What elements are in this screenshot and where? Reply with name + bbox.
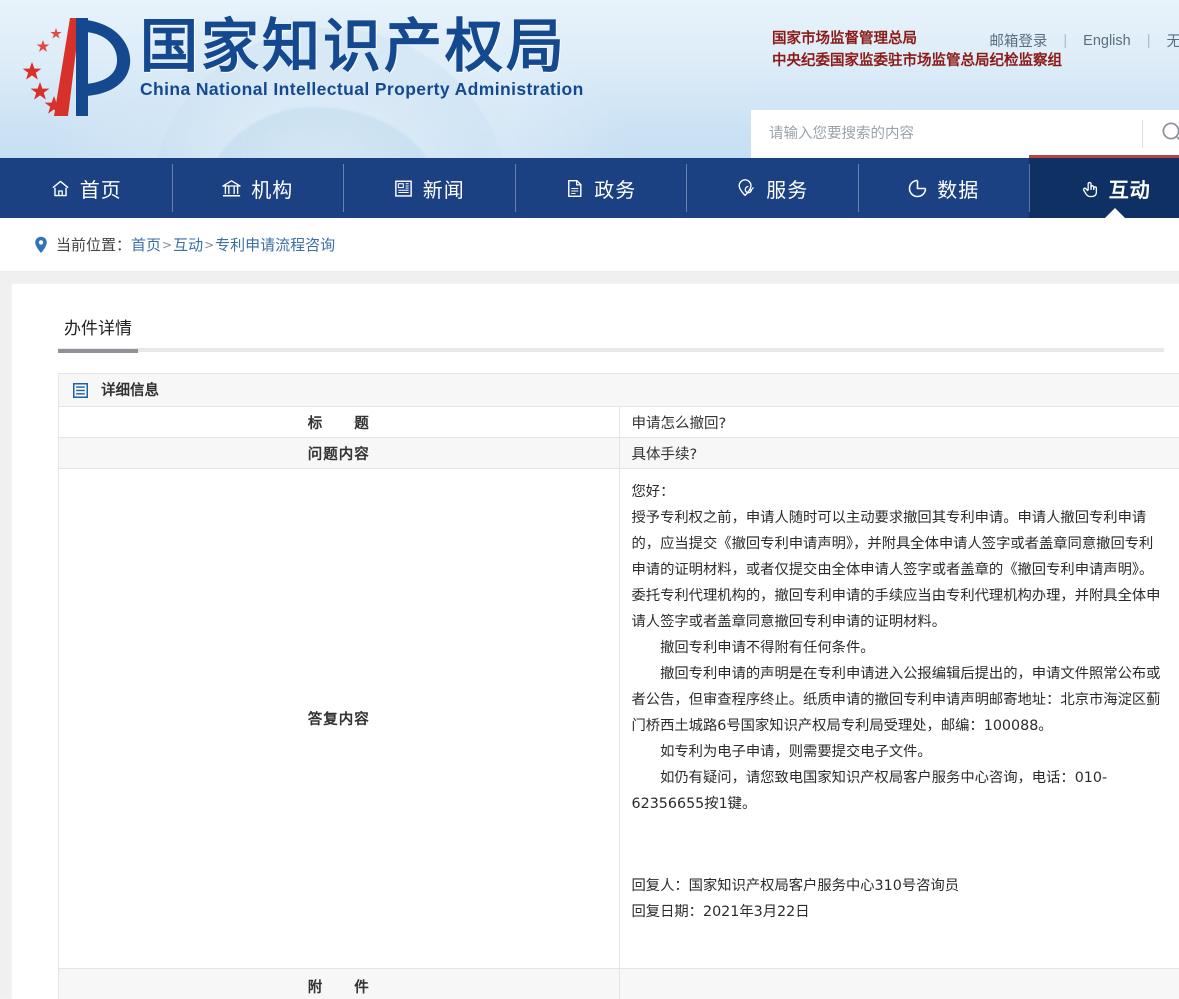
nav-item-government-affairs[interactable]: 政务 <box>514 158 687 218</box>
home-icon <box>50 178 71 199</box>
table-row-reply: 答复内容 您好： 授予专利权之前，申请人随时可以主动要求撤回其专利申请。申请人撤… <box>58 468 1179 969</box>
location-pin-icon <box>34 236 48 254</box>
value-attachment <box>618 968 1179 999</box>
value-question: 具体手续? <box>618 437 1179 469</box>
nav-label-interaction: 互动 <box>1108 177 1151 202</box>
nav-label-government-affairs: 政务 <box>594 177 637 202</box>
breadcrumb-item-interaction[interactable]: 互动 <box>173 234 203 255</box>
logo-title-en: China National Intellectual Property Adm… <box>140 78 584 99</box>
nav-item-organization[interactable]: 机构 <box>171 158 344 218</box>
section-header-cell: 详细信息 <box>58 373 1179 407</box>
search-icon <box>1160 120 1179 149</box>
breadcrumb: 当前位置： 首页 > 互动 > 专利申请流程咨询 <box>0 218 1179 272</box>
table-row-attachment: 附 件 <box>58 968 1179 999</box>
breadcrumb-item-home[interactable]: 首页 <box>131 234 161 255</box>
site-search[interactable] <box>751 110 1179 158</box>
nav-item-service[interactable]: 服务 <box>686 158 858 218</box>
nav-item-home[interactable]: 首页 <box>0 158 172 218</box>
content-panel: 办件详情 详细信息 标 题 申请怎么撤回? 问题内容 具体手续? 答复内容 您好… <box>12 284 1179 999</box>
affiliated-orgs: 国家市场监督管理总局 中央纪委国家监委驻市场监管总局纪检监察组 <box>772 28 1062 73</box>
tab-bar: 办件详情 <box>58 314 1164 353</box>
org-line-2[interactable]: 中央纪委国家监委驻市场监管总局纪检监察组 <box>772 50 1062 72</box>
nav-label-data: 数据 <box>937 177 980 202</box>
nav-label-home: 首页 <box>79 177 122 202</box>
table-row-question: 问题内容 具体手续? <box>58 437 1179 469</box>
bank-icon <box>221 178 242 199</box>
reply-spacer <box>632 817 1166 873</box>
label-question: 问题内容 <box>58 437 620 469</box>
hand-pointer-icon <box>1079 178 1100 199</box>
site-logo[interactable]: 国家知识产权局 China National Intellectual Prop… <box>18 12 584 130</box>
table-row-title: 标 题 申请怎么撤回? <box>58 406 1179 438</box>
breadcrumb-item-current[interactable]: 专利申请流程咨询 <box>215 234 335 255</box>
main-navigation: 首页 机构 新闻 政务 服务 数据 互动 <box>0 155 1179 219</box>
list-icon <box>73 382 93 402</box>
accessibility-link[interactable]: 无 <box>1151 30 1179 51</box>
nav-item-news[interactable]: 新闻 <box>343 158 515 218</box>
active-tab-arrow-icon <box>1103 208 1126 219</box>
search-input[interactable] <box>751 111 1142 157</box>
nav-label-news: 新闻 <box>422 177 465 202</box>
logo-title-cn: 国家知识产权局 <box>140 12 568 80</box>
section-title: 详细信息 <box>101 382 160 399</box>
shield-check-icon <box>735 177 757 199</box>
nav-item-interaction[interactable]: 互动 <box>1029 155 1179 219</box>
breadcrumb-sep-2: > <box>204 237 215 252</box>
newspaper-icon <box>393 178 414 199</box>
value-reply: 您好： 授予专利权之前，申请人随时可以主动要求撤回其专利申请。申请人撤回专利申请… <box>618 468 1179 969</box>
label-title: 标 题 <box>58 406 620 438</box>
english-link[interactable]: English <box>1067 33 1147 49</box>
document-icon <box>564 178 585 199</box>
nav-label-service: 服务 <box>766 177 809 202</box>
reply-para-3: 撤回专利申请的声明是在专利申请进入公报编辑后提出的，申请文件照常公布或者公告，但… <box>631 666 1161 735</box>
pie-chart-icon <box>907 178 928 199</box>
nav-label-organization: 机构 <box>251 177 294 202</box>
reply-para-1: 授予专利权之前，申请人随时可以主动要求撤回其专利申请。申请人撤回专利申请的，应当… <box>631 510 1161 631</box>
reply-replier: 回复人：国家知识产权局客户服务中心310号咨询员 <box>631 878 960 895</box>
label-attachment: 附 件 <box>58 968 620 999</box>
tab-case-detail[interactable]: 办件详情 <box>58 314 138 353</box>
search-button[interactable] <box>1143 110 1179 158</box>
table-section-header-row: 详细信息 <box>58 373 1179 407</box>
cnipa-emblem-icon <box>18 12 136 122</box>
value-title: 申请怎么撤回? <box>618 406 1179 438</box>
breadcrumb-sep-1: > <box>162 237 173 252</box>
label-reply: 答复内容 <box>58 468 620 969</box>
detail-table: 详细信息 标 题 申请怎么撤回? 问题内容 具体手续? 答复内容 您好： 授予专… <box>58 373 1179 999</box>
breadcrumb-prefix: 当前位置： <box>56 236 132 254</box>
reply-para-2: 撤回专利申请不得附有任何条件。 <box>660 640 875 657</box>
page-body: 办件详情 详细信息 标 题 申请怎么撤回? 问题内容 具体手续? 答复内容 您好… <box>0 272 1179 999</box>
site-header: 国家知识产权局 China National Intellectual Prop… <box>0 0 1179 158</box>
page-root: 国家知识产权局 China National Intellectual Prop… <box>0 0 1179 999</box>
reply-para-5: 如仍有疑问，请您致电国家知识产权局客户服务中心咨询，电话：010-6235665… <box>631 770 1108 813</box>
nav-item-data[interactable]: 数据 <box>857 158 1030 218</box>
org-line-1[interactable]: 国家市场监督管理总局 <box>772 28 1062 50</box>
reply-para-4: 如专利为电子申请，则需要提交电子文件。 <box>660 744 932 761</box>
reply-greeting: 您好： <box>631 484 675 500</box>
reply-date: 回复日期：2021年3月22日 <box>631 904 810 921</box>
